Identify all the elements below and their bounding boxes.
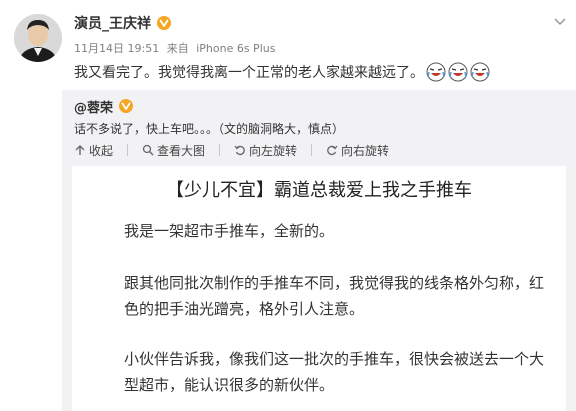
collapse-label: 收起 [89, 143, 114, 158]
rotate-right-label: 向右旋转 [341, 143, 390, 158]
laughing-cry-emoji-icon [426, 62, 446, 82]
repost-box: @蓉荣 话不多说了，快上车吧。。。（文的脑洞略大，慎点） 收起 查看大图 向左旋… [62, 90, 576, 411]
divider [127, 144, 129, 156]
rotate-left-label: 向左旋转 [249, 143, 298, 158]
repost-author[interactable]: @蓉荣 [74, 97, 113, 116]
post-body: 我又看完了。我觉得我离一个正常的老人家越来越远了。 [74, 62, 490, 82]
image-toolbar: 收起 查看大图 向左旋转 向右旋转 [74, 140, 403, 160]
source-prefix: 来自 [166, 42, 189, 55]
view-large-button[interactable]: 查看大图 [142, 142, 205, 159]
rotate-left-icon [234, 145, 245, 156]
laughing-cry-emoji-icon [470, 62, 490, 82]
repost-header: @蓉荣 [74, 96, 134, 116]
laughing-cry-emoji-icon [448, 62, 468, 82]
long-text-image[interactable]: 【少儿不宜】霸道总裁爱上我之手推车 我是一架超市手推车，全新的。 跟其他同批次制… [72, 166, 566, 411]
article-paragraph: 小伙伴告诉我，像我们这一批次的手推车，很快会被送去一个大型超市，能认识很多的新伙… [124, 350, 545, 394]
chevron-down-icon[interactable] [554, 18, 566, 26]
repost-text: 话不多说了，快上车吧。。。（文的脑洞略大，慎点） [74, 122, 345, 136]
post-meta: 11月14日 19:51 来自 iPhone 6s Plus [74, 40, 279, 56]
post-date[interactable]: 11月14日 19:51 [74, 42, 159, 55]
author-name[interactable]: 演员_王庆祥 [74, 13, 151, 33]
weibo-post: 演员_王庆祥 11月14日 19:51 来自 iPhone 6s Plus 我又… [0, 0, 576, 92]
rotate-right-button[interactable]: 向右旋转 [326, 142, 389, 159]
article-paragraph: 我是一架超市手推车，全新的。 [124, 222, 335, 240]
verified-v-icon [157, 16, 171, 30]
divider [311, 144, 313, 156]
post-source[interactable]: iPhone 6s Plus [196, 42, 275, 55]
avatar[interactable] [14, 14, 62, 62]
magnify-icon [142, 144, 154, 156]
post-text: 我又看完了。我觉得我离一个正常的老人家越来越远了。 [74, 65, 424, 81]
avatar-photo [14, 14, 62, 62]
view-large-label: 查看大图 [157, 143, 206, 158]
author-line: 演员_王庆祥 [74, 12, 171, 34]
article-paragraph: 跟其他同批次制作的手推车不同，我觉得我的线条格外匀称，红色的把手油光蹭亮，格外引… [124, 274, 545, 318]
collapse-icon [75, 145, 85, 155]
collapse-button[interactable]: 收起 [74, 142, 113, 159]
article-title: 【少儿不宜】霸道总裁爱上我之手推车 [166, 180, 472, 201]
rotate-right-icon [327, 145, 338, 156]
divider [219, 144, 221, 156]
rotate-left-button[interactable]: 向左旋转 [234, 142, 297, 159]
verified-v-icon [119, 99, 134, 113]
